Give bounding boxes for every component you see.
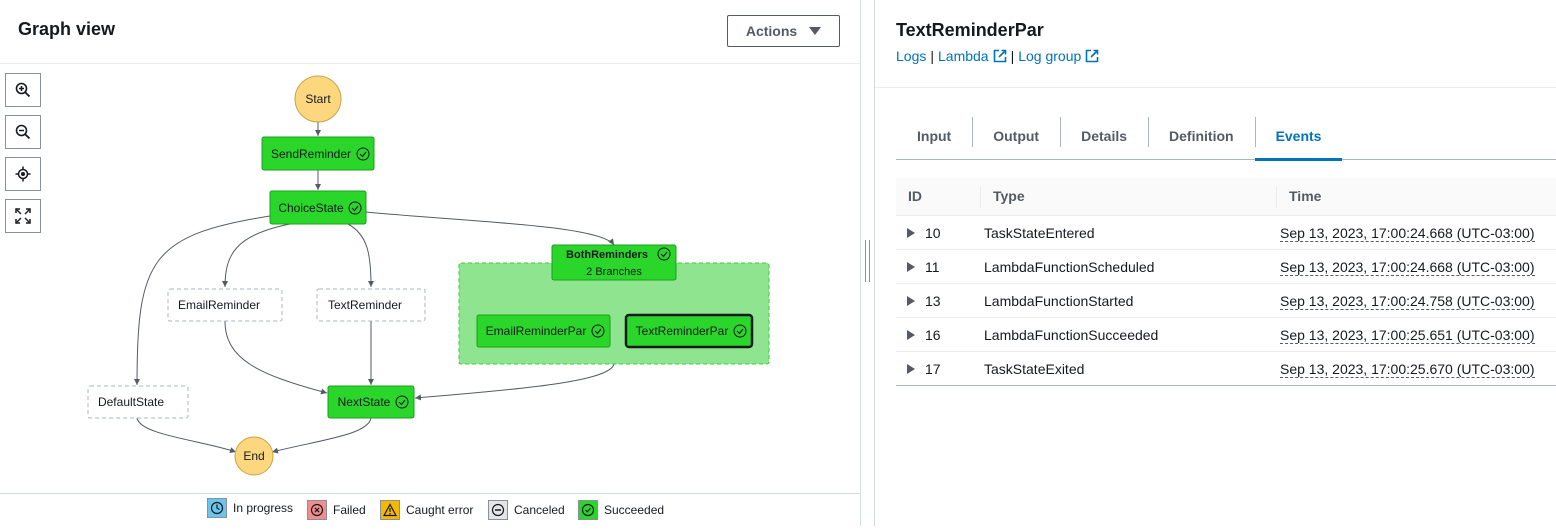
x-circle-icon xyxy=(307,500,327,520)
legend-in-progress: In progress xyxy=(207,498,293,518)
warning-icon xyxy=(380,500,400,520)
legend-label: Succeeded xyxy=(604,503,665,517)
event-time[interactable]: Sep 13, 2023, 17:00:24.668 (UTC-03:00) xyxy=(1280,225,1535,242)
check-circle-icon xyxy=(578,500,598,520)
tab-input[interactable]: Input xyxy=(896,112,972,160)
tab-output[interactable]: Output xyxy=(972,112,1060,160)
tab-details[interactable]: Details xyxy=(1060,112,1148,160)
end-label: End xyxy=(243,449,264,463)
column-header-id[interactable]: ID xyxy=(908,188,922,204)
table-row[interactable]: 10 TaskStateEntered Sep 13, 2023, 17:00:… xyxy=(896,216,1556,250)
detail-tabs: Input Output Details Definition Events xyxy=(896,112,1556,161)
step-links: Logs | Lambda | Log group xyxy=(896,48,1099,64)
graph-view-title: Graph view xyxy=(18,19,116,39)
next-state-node[interactable]: NextState xyxy=(327,385,415,419)
log-group-link-label: Log group xyxy=(1018,48,1082,64)
external-link-icon xyxy=(1085,49,1099,63)
email-reminder-node[interactable]: EmailReminder xyxy=(167,288,283,322)
event-id: 16 xyxy=(925,327,941,343)
event-type: TaskStateExited xyxy=(984,361,1085,377)
text-reminder-par-label: TextReminderPar xyxy=(636,324,729,338)
text-reminder-par-node[interactable]: TextReminderPar xyxy=(624,313,754,349)
event-id: 13 xyxy=(925,293,941,309)
table-row[interactable]: 13 LambdaFunctionStarted Sep 13, 2023, 1… xyxy=(896,284,1556,318)
send-reminder-node[interactable]: SendReminder xyxy=(261,136,375,171)
events-table-header: ID Type Time xyxy=(896,178,1556,216)
step-details-header: TextReminderPar Logs | Lambda | Log grou… xyxy=(875,0,1556,88)
legend-label: In progress xyxy=(233,501,294,515)
step-details-panel: TextReminderPar Logs | Lambda | Log grou… xyxy=(874,0,1556,526)
text-reminder-node[interactable]: TextReminder xyxy=(316,288,426,322)
legend-failed: Failed xyxy=(307,500,366,520)
event-time[interactable]: Sep 13, 2023, 17:00:24.758 (UTC-03:00) xyxy=(1280,293,1535,310)
column-header-type[interactable]: Type xyxy=(993,188,1025,204)
tab-definition[interactable]: Definition xyxy=(1148,112,1255,160)
email-reminder-par-node[interactable]: EmailReminderPar xyxy=(476,314,611,348)
expand-caret-icon[interactable] xyxy=(907,330,915,340)
table-row[interactable]: 11 LambdaFunctionScheduled Sep 13, 2023,… xyxy=(896,250,1556,284)
both-reminders-branches: 2 Branches xyxy=(586,266,642,278)
event-id: 17 xyxy=(925,361,941,377)
event-type: LambdaFunctionScheduled xyxy=(984,259,1155,275)
legend-label: Failed xyxy=(333,503,366,517)
event-type: LambdaFunctionStarted xyxy=(984,293,1134,309)
choice-state-label: ChoiceState xyxy=(278,201,344,215)
selected-step-title: TextReminderPar xyxy=(896,20,1044,40)
send-reminder-label: SendReminder xyxy=(271,147,351,161)
graph-header: Graph view Actions xyxy=(0,0,860,64)
caret-down-icon xyxy=(809,27,822,35)
minus-circle-icon xyxy=(488,500,508,520)
expand-caret-icon[interactable] xyxy=(907,262,915,272)
default-state-label: DefaultState xyxy=(98,395,164,409)
state-machine-graph: Start SendReminder ChoiceState EmailRemi… xyxy=(87,75,770,476)
legend-succeeded: Succeeded xyxy=(578,500,664,520)
log-group-link[interactable]: Log group xyxy=(1018,48,1099,64)
both-reminders-label: BothReminders xyxy=(566,249,648,261)
link-separator: | xyxy=(930,48,934,64)
text-reminder-label: TextReminder xyxy=(328,298,402,312)
default-state-node[interactable]: DefaultState xyxy=(87,385,189,419)
lambda-link[interactable]: Lambda xyxy=(938,48,1007,64)
events-table: ID Type Time 10 TaskStateEntered Sep 13,… xyxy=(896,178,1556,386)
choice-state-node[interactable]: ChoiceState xyxy=(269,190,367,225)
start-node[interactable]: Start xyxy=(294,75,342,123)
clock-icon xyxy=(207,498,227,518)
logs-link[interactable]: Logs xyxy=(896,48,926,64)
event-id: 11 xyxy=(925,259,940,275)
expand-caret-icon[interactable] xyxy=(907,228,915,238)
table-row[interactable]: 17 TaskStateExited Sep 13, 2023, 17:00:2… xyxy=(896,352,1556,386)
event-type: TaskStateEntered xyxy=(984,225,1095,241)
table-row[interactable]: 16 LambdaFunctionSucceeded Sep 13, 2023,… xyxy=(896,318,1556,352)
actions-button[interactable]: Actions xyxy=(727,15,840,47)
column-header-time[interactable]: Time xyxy=(1289,188,1321,204)
split-panel-resize-handle[interactable] xyxy=(864,240,872,282)
event-time[interactable]: Sep 13, 2023, 17:00:24.668 (UTC-03:00) xyxy=(1280,259,1535,276)
email-reminder-label: EmailReminder xyxy=(178,298,260,312)
legend-canceled: Canceled xyxy=(488,500,565,520)
event-type: LambdaFunctionSucceeded xyxy=(984,327,1159,343)
next-state-label: NextState xyxy=(338,395,391,409)
start-label: Start xyxy=(305,92,331,106)
event-id: 10 xyxy=(925,225,941,241)
legend-label: Caught error xyxy=(406,503,474,517)
email-reminder-par-label: EmailReminderPar xyxy=(486,324,587,338)
expand-caret-icon[interactable] xyxy=(907,296,915,306)
both-reminders-node[interactable]: BothReminders 2 Branches xyxy=(551,244,677,281)
status-legend: In progress Failed Caught error Canceled… xyxy=(0,493,860,526)
expand-caret-icon[interactable] xyxy=(907,364,915,374)
lambda-link-label: Lambda xyxy=(938,48,989,64)
legend-label: Canceled xyxy=(514,503,565,517)
legend-caught-error: Caught error xyxy=(380,500,473,520)
event-time[interactable]: Sep 13, 2023, 17:00:25.651 (UTC-03:00) xyxy=(1280,327,1535,344)
link-separator: | xyxy=(1010,48,1015,64)
graph-view-panel: Graph view Actions Start SendReminder Ch… xyxy=(0,0,861,526)
end-node[interactable]: End xyxy=(234,436,274,476)
external-link-icon xyxy=(993,49,1006,63)
tab-events[interactable]: Events xyxy=(1254,112,1343,161)
event-time[interactable]: Sep 13, 2023, 17:00:25.670 (UTC-03:00) xyxy=(1280,361,1535,378)
actions-label: Actions xyxy=(745,23,798,39)
